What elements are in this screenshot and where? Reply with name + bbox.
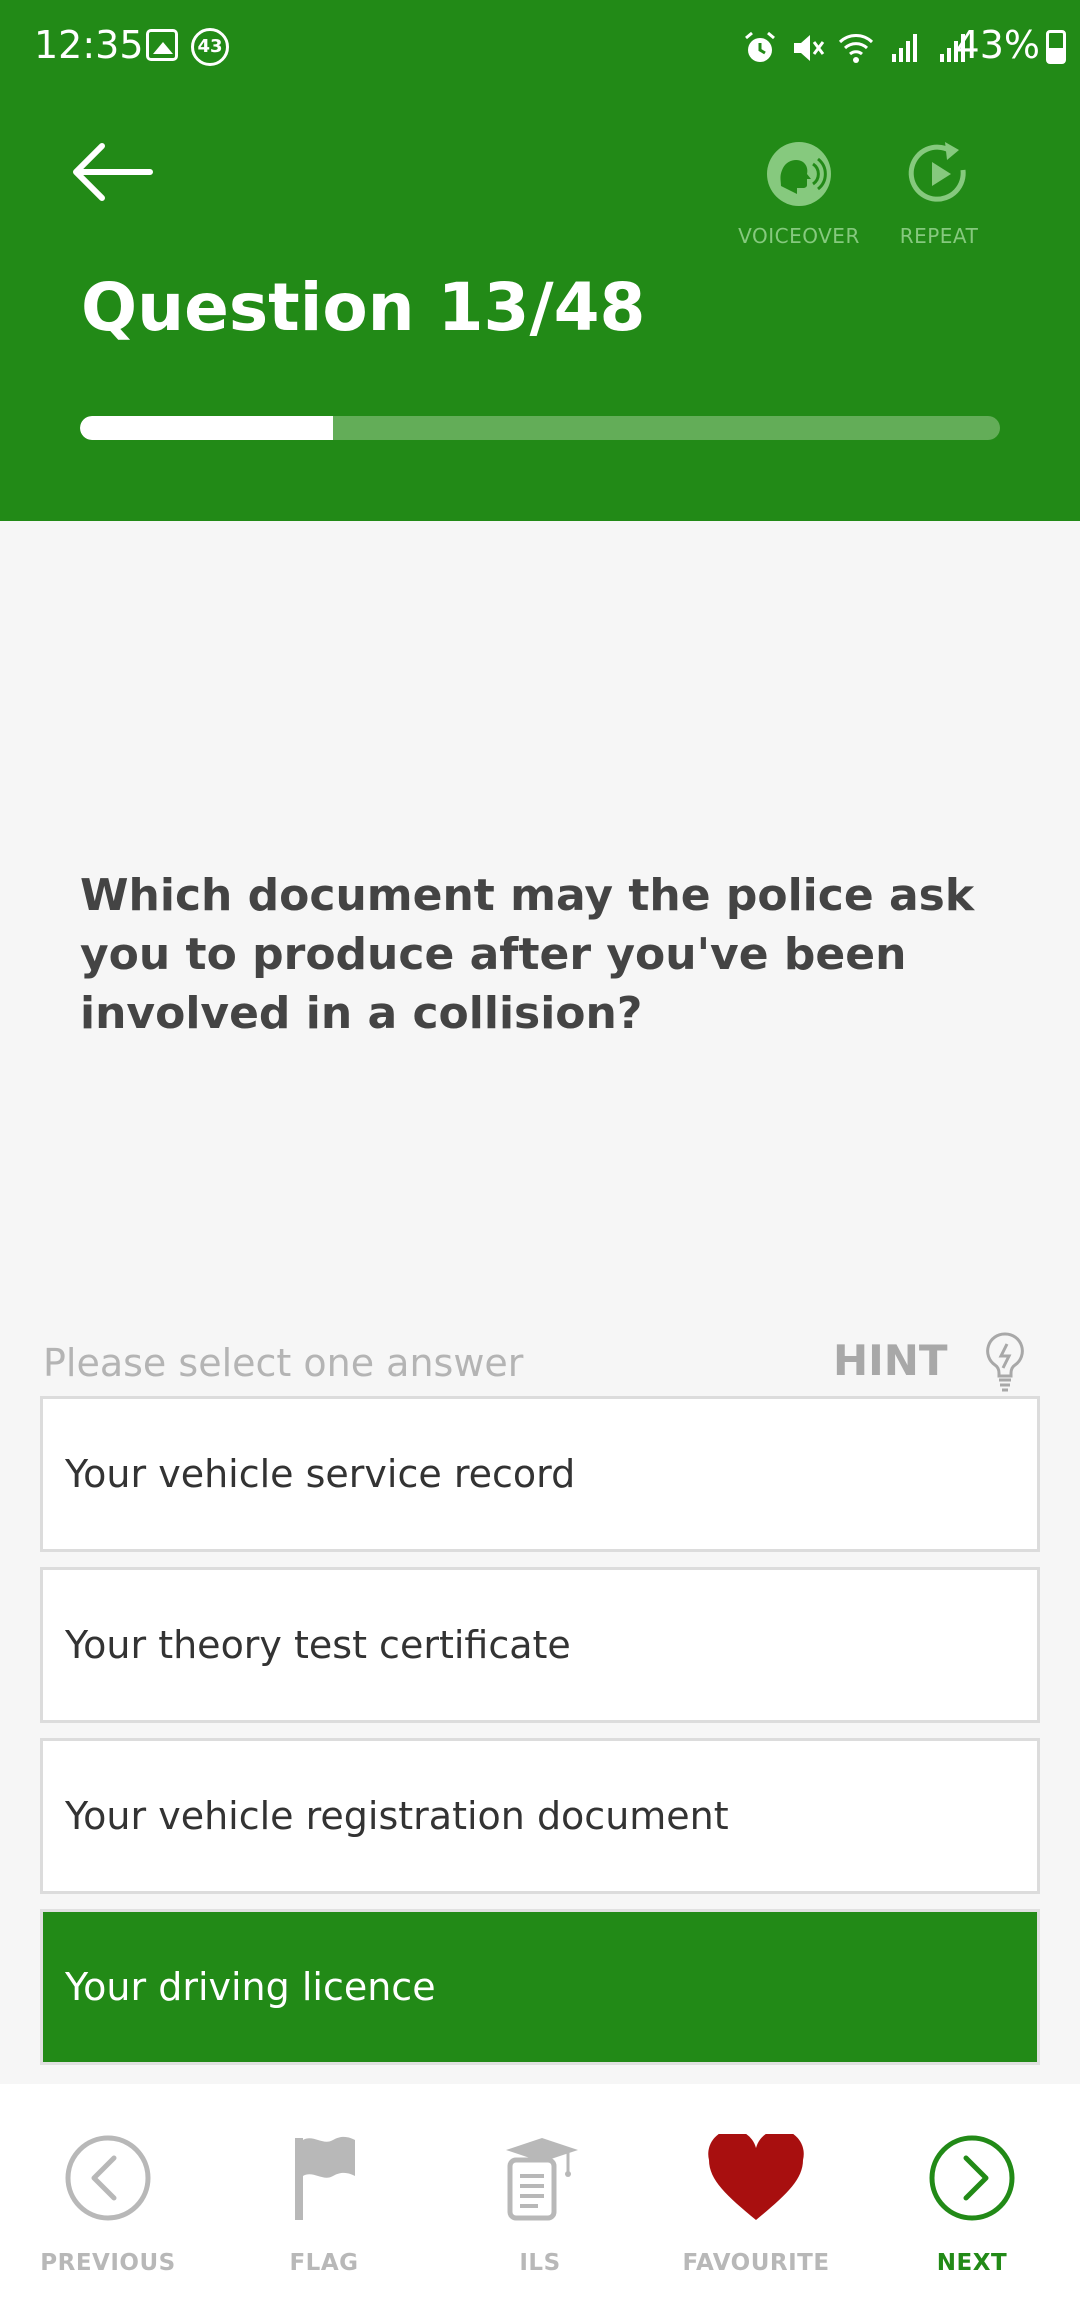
mute-icon bbox=[794, 35, 825, 61]
wifi-icon bbox=[838, 34, 874, 63]
answer-option-label: Your vehicle registration document bbox=[65, 1794, 729, 1838]
repeat-label: REPEAT bbox=[899, 224, 979, 248]
voiceover-label: VOICEOVER bbox=[738, 224, 860, 248]
chevron-left-circle-icon bbox=[65, 2135, 151, 2221]
status-bar: 12:35 43 43% bbox=[0, 0, 1080, 95]
answer-option-1[interactable]: Your vehicle service record bbox=[40, 1396, 1040, 1552]
alarm-icon bbox=[745, 31, 775, 62]
answer-option-3[interactable]: Your vehicle registration document bbox=[40, 1738, 1040, 1894]
next-button[interactable]: NEXT bbox=[864, 2084, 1080, 2316]
notification-count-badge: 43 bbox=[191, 28, 229, 66]
answer-option-label: Your driving licence bbox=[65, 1965, 436, 2009]
lightbulb-icon[interactable] bbox=[980, 1330, 1030, 1392]
flag-icon bbox=[295, 2136, 355, 2220]
repeat-button[interactable]: REPEAT bbox=[869, 140, 1009, 248]
answer-option-label: Your theory test certificate bbox=[65, 1623, 571, 1667]
favourite-label: FAVOURITE bbox=[682, 2250, 830, 2276]
answer-option-4[interactable]: Your driving licence bbox=[40, 1909, 1040, 2065]
next-label: NEXT bbox=[936, 2250, 1008, 2276]
progress-bar bbox=[80, 416, 1000, 440]
gallery-notification-icon bbox=[146, 29, 178, 61]
previous-button[interactable]: PREVIOUS bbox=[0, 2084, 216, 2316]
arrow-left-icon bbox=[73, 143, 153, 201]
header: 12:35 43 43% VOICEOVER REPEAT Question 1… bbox=[0, 0, 1080, 521]
heart-icon bbox=[708, 2134, 804, 2220]
favourite-button[interactable]: FAVOURITE bbox=[648, 2084, 864, 2316]
signal-icon bbox=[892, 34, 917, 62]
book-graduation-icon bbox=[506, 2138, 578, 2221]
flag-button[interactable]: FLAG bbox=[216, 2084, 432, 2316]
bottom-navigation: PREVIOUS FLAG ILS FAVOURITE NEXT bbox=[0, 2084, 1080, 2316]
previous-label: PREVIOUS bbox=[40, 2250, 176, 2276]
ils-label: ILS bbox=[519, 2250, 561, 2276]
answer-option-2[interactable]: Your theory test certificate bbox=[40, 1567, 1040, 1723]
voiceover-head-icon bbox=[767, 142, 831, 206]
question-text: Which document may the police ask you to… bbox=[80, 870, 975, 1039]
status-time: 12:35 bbox=[34, 23, 144, 67]
answer-list: Your vehicle service record Your theory … bbox=[40, 1396, 1040, 2080]
chevron-right-circle-icon bbox=[929, 2135, 1015, 2221]
ils-button[interactable]: ILS bbox=[432, 2084, 648, 2316]
question-counter: Question 13/48 bbox=[81, 269, 646, 346]
battery-icon bbox=[1046, 30, 1066, 64]
voiceover-button[interactable]: VOICEOVER bbox=[729, 140, 869, 248]
battery-percentage: 43% bbox=[955, 23, 1040, 67]
progress-fill bbox=[80, 416, 333, 440]
answer-option-label: Your vehicle service record bbox=[65, 1452, 576, 1496]
back-button[interactable] bbox=[70, 140, 170, 220]
answer-instruction: Please select one answer bbox=[43, 1341, 524, 1385]
flag-label: FLAG bbox=[289, 2250, 359, 2276]
replay-icon bbox=[908, 142, 966, 202]
hint-button[interactable]: HINT bbox=[833, 1334, 948, 1388]
status-icons bbox=[742, 28, 970, 68]
